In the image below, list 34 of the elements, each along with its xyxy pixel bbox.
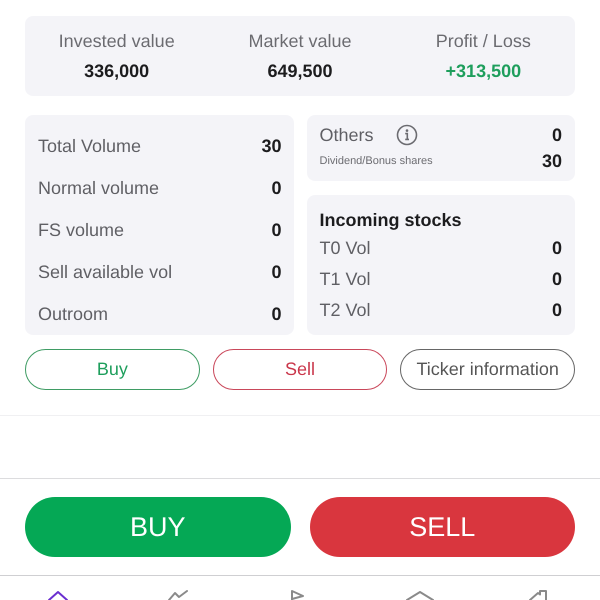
incoming-label: T2 Vol (320, 299, 371, 322)
volume-label: FS volume (38, 218, 124, 242)
volume-value: 0 (271, 302, 282, 326)
volume-label: Sell available vol (38, 260, 172, 284)
summary-value: +313,500 (446, 60, 522, 82)
buy-button[interactable]: Buy (25, 349, 200, 390)
others-label: Others (320, 124, 374, 146)
incoming-value: 0 (552, 268, 562, 291)
buy-order-button[interactable]: BUY (25, 497, 290, 557)
summary-label: Market value (248, 30, 352, 52)
summary-value: 336,000 (84, 60, 150, 82)
dividend-label: Dividend/Bonus shares (320, 154, 433, 169)
incoming-value: 0 (552, 237, 562, 260)
ticker-info-button[interactable]: Ticker information (400, 349, 575, 390)
others-value: 0 (552, 124, 562, 146)
roof-icon[interactable] (406, 589, 434, 600)
incoming-title: Incoming stocks (320, 209, 463, 232)
summary-value: 649,500 (267, 60, 333, 82)
volume-value: 30 (261, 134, 282, 158)
incoming-value: 0 (552, 299, 562, 322)
summary-label: Invested value (58, 30, 175, 52)
volume-label: Total Volume (38, 134, 142, 158)
sell-order-button[interactable]: SELL (310, 497, 575, 557)
incoming-label: T0 Vol (320, 237, 371, 260)
volume-value: 0 (271, 218, 282, 242)
summary-label: Profit / Loss (436, 30, 531, 52)
volume-value: 0 (271, 260, 282, 284)
volume-label: Normal volume (38, 176, 160, 200)
volume-value: 0 (271, 176, 282, 200)
info-icon[interactable] (396, 124, 418, 146)
incoming-label: T1 Vol (320, 268, 371, 291)
sell-button[interactable]: Sell (212, 349, 388, 390)
dividend-value: 30 (542, 150, 562, 172)
volume-label: Outroom (38, 302, 108, 326)
